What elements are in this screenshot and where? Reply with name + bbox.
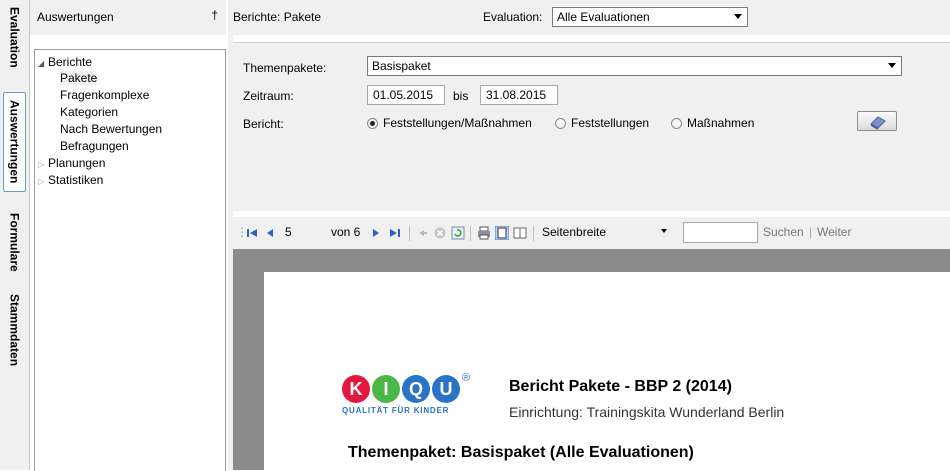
- tab-evaluation[interactable]: Evaluation: [3, 4, 26, 70]
- next-match-button[interactable]: Weiter: [817, 225, 851, 239]
- search-input[interactable]: [683, 222, 758, 243]
- first-page-icon[interactable]: [245, 226, 259, 240]
- evaluation-label: Evaluation:: [483, 10, 543, 24]
- toolbar-divider: |: [809, 225, 813, 239]
- collapsed-arrow-icon[interactable]: ▷: [38, 177, 48, 186]
- tree-item-befragungen[interactable]: Befragungen: [60, 139, 129, 153]
- bericht-label: Bericht:: [243, 117, 284, 131]
- logo-letter-q: Q: [402, 375, 430, 403]
- page-number-input[interactable]: 5: [285, 225, 292, 239]
- themenpakete-select[interactable]: Basispaket: [367, 56, 902, 76]
- logo-letter-u: U: [432, 375, 460, 403]
- kiqu-logo: K I Q U ® QUALITÄT FÜR KINDER: [342, 372, 471, 415]
- registered-mark: ®: [462, 372, 471, 384]
- expanded-arrow-icon[interactable]: ◢: [38, 59, 48, 68]
- print-layout-icon[interactable]: [495, 226, 509, 240]
- left-panel-header: Auswertungen †: [30, 0, 226, 35]
- chevron-down-icon: [888, 63, 896, 68]
- search-button[interactable]: Suchen: [763, 225, 804, 239]
- left-panel-title: Auswertungen: [37, 10, 114, 24]
- toolbar-separator: [409, 226, 410, 241]
- report-title: Bericht Pakete - BBP 2 (2014): [509, 378, 732, 395]
- refresh-icon[interactable]: [451, 226, 465, 240]
- date-to-field[interactable]: 31.08.2015: [480, 85, 558, 105]
- radio-feststellungen-massnahmen[interactable]: Feststellungen/Maßnahmen: [367, 116, 532, 130]
- radio-icon[interactable]: [555, 117, 566, 129]
- tree-item-pakete[interactable]: Pakete: [60, 71, 98, 85]
- tab-stammdaten[interactable]: Stammdaten: [3, 290, 26, 370]
- tree-item-kategorien[interactable]: Kategorien: [60, 105, 118, 119]
- logo-letter-k: K: [342, 375, 370, 403]
- page-setup-icon[interactable]: [513, 226, 527, 240]
- report-toolbar: ⋮ 5 von 6 Seitenbreite Suchen | Weiter: [233, 217, 950, 249]
- section-heading: Themenpaket: Basispaket (Alle Evaluation…: [348, 444, 694, 461]
- report-facility: Einrichtung: Trainingskita Wunderland Be…: [509, 404, 785, 420]
- chevron-down-icon[interactable]: [661, 229, 667, 233]
- evaluation-select[interactable]: Alle Evaluationen: [552, 7, 748, 27]
- back-icon[interactable]: [415, 226, 429, 240]
- chevron-down-icon: [734, 14, 742, 19]
- vertical-tab-strip: Evaluation Auswertungen Formulare Stammd…: [0, 0, 30, 470]
- generate-report-button[interactable]: [857, 111, 897, 131]
- logo-letter-i: I: [372, 375, 400, 403]
- stop-icon[interactable]: [433, 226, 447, 240]
- tree-node-planungen[interactable]: ▷ Planungen: [38, 156, 105, 170]
- report-tree: ◢ Berichte Pakete Fragenkomplexe Kategori…: [34, 49, 226, 471]
- radio-selected-icon[interactable]: [367, 117, 378, 129]
- page-title: Berichte: Pakete: [233, 10, 322, 24]
- print-icon[interactable]: [477, 226, 491, 240]
- zoom-select[interactable]: Seitenbreite: [542, 225, 606, 239]
- bis-label: bis: [453, 89, 469, 103]
- date-from-field[interactable]: 01.05.2015: [367, 85, 445, 105]
- radio-massnahmen[interactable]: Maßnahmen: [671, 116, 754, 130]
- tree-item-fragenkomplexe[interactable]: Fragenkomplexe: [60, 88, 149, 102]
- radio-feststellungen[interactable]: Feststellungen: [555, 116, 649, 130]
- report-parameters: Themenpakete: Basispaket Zeitraum: 01.05…: [233, 42, 950, 211]
- logo-tagline: QUALITÄT FÜR KINDER: [342, 406, 450, 415]
- radio-icon[interactable]: [671, 117, 682, 129]
- tab-formulare[interactable]: Formulare: [3, 208, 26, 276]
- previous-page-icon[interactable]: [263, 226, 277, 240]
- last-page-icon[interactable]: [388, 226, 402, 240]
- report-page: K I Q U ® QUALITÄT FÜR KINDER Bericht Pa…: [264, 272, 950, 470]
- themenpakete-label: Themenpakete:: [243, 61, 327, 75]
- toolbar-separator: [533, 226, 534, 241]
- tree-node-berichte[interactable]: ◢ Berichte: [38, 55, 92, 69]
- zeitraum-label: Zeitraum:: [243, 89, 294, 103]
- pin-icon[interactable]: †: [211, 8, 218, 22]
- tree-item-nach-bewertungen[interactable]: Nach Bewertungen: [60, 122, 162, 136]
- tree-node-statistiken[interactable]: ▷ Statistiken: [38, 173, 103, 187]
- report-header: Berichte: Pakete Evaluation: Alle Evalua…: [233, 0, 950, 35]
- tab-auswertungen[interactable]: Auswertungen: [3, 92, 26, 192]
- toolbar-separator: [470, 226, 471, 241]
- collapsed-arrow-icon[interactable]: ▷: [38, 160, 48, 169]
- page-count-label: von 6: [331, 225, 361, 239]
- next-page-icon[interactable]: [369, 226, 383, 240]
- eraser-icon: [870, 116, 886, 130]
